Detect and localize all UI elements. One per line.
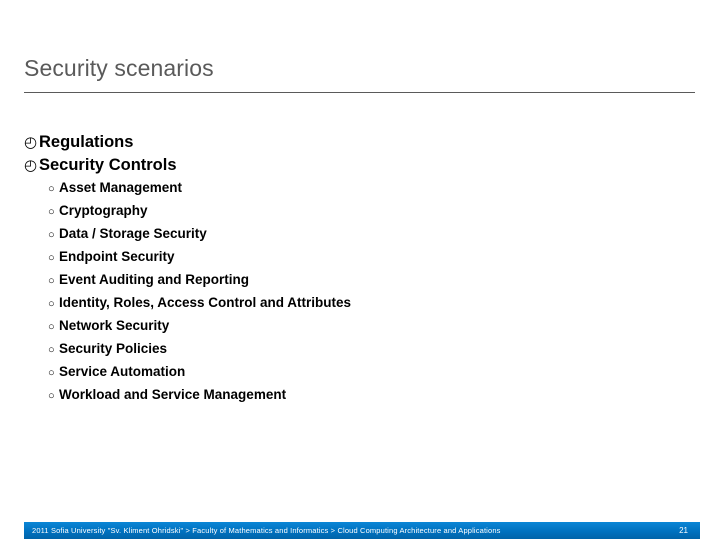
outline-subitem-data-storage-security[interactable]: ○ Data / Storage Security: [24, 223, 684, 246]
content-outline: ◴ Regulations ◴ Security Controls ○ Asset M…: [24, 131, 684, 407]
slide-footer: 2011 Sofia University "Sv. Kliment Ohrid…: [24, 522, 700, 539]
outline-subitem-service-automation[interactable]: ○ Service Automation: [24, 361, 684, 384]
hollow-circle-bullet-icon: ○: [48, 390, 55, 402]
outline-subitem-event-auditing-and-reporting[interactable]: ○ Event Auditing and Reporting: [24, 269, 684, 292]
hollow-circle-bullet-icon: ○: [48, 183, 55, 195]
outline-subitem-label: Data / Storage Security: [59, 226, 207, 241]
outline-subitem-label: Network Security: [59, 318, 170, 333]
outline-level2-list: ○ Asset Management ○ Cryptography ○ Data / …: [24, 177, 684, 407]
slide-canvas: Security scenarios ◴ Regulations ◴ Securit…: [0, 0, 720, 540]
hollow-circle-bullet-icon: ○: [48, 275, 55, 287]
outline-level1-list: ◴ Regulations ◴ Security Controls ○ Asset M…: [24, 131, 684, 407]
footer-breadcrumb: 2011 Sofia University "Sv. Kliment Ohrid…: [32, 526, 501, 535]
hollow-circle-bullet-icon: ○: [48, 344, 55, 356]
outline-subitem-asset-management[interactable]: ○ Asset Management: [24, 177, 684, 200]
slide-page-number: 21: [679, 526, 688, 535]
outline-subitem-label: Asset Management: [59, 180, 183, 195]
hollow-circle-bullet-icon: ○: [48, 367, 55, 379]
outline-subitem-identity-roles-access-control[interactable]: ○ Identity, Roles, Access Control and Att…: [24, 292, 684, 315]
outline-subitem-cryptography[interactable]: ○ Cryptography: [24, 200, 684, 223]
outline-item-regulations[interactable]: ◴ Regulations: [24, 131, 684, 154]
hollow-circle-bullet-icon: ○: [48, 206, 55, 218]
hollow-circle-bullet-icon: ○: [48, 321, 55, 333]
outline-subitem-network-security[interactable]: ○ Network Security: [24, 315, 684, 338]
outline-subitem-label: Security Policies: [59, 341, 168, 356]
hollow-circle-bullet-icon: ○: [48, 252, 55, 264]
title-divider: [24, 92, 695, 93]
outline-subitem-label: Identity, Roles, Access Control and Attr…: [59, 295, 352, 310]
hollow-circle-bullet-icon: ○: [48, 298, 55, 310]
clock-bullet-icon: ◴: [24, 134, 38, 151]
clock-bullet-icon: ◴: [24, 157, 38, 174]
outline-item-security-controls[interactable]: ◴ Security Controls ○ Asset Management ○ Cr…: [24, 154, 684, 407]
page-title: Security scenarios: [24, 55, 214, 82]
outline-subitem-label: Service Automation: [59, 364, 186, 379]
outline-subitem-label: Workload and Service Management: [59, 387, 287, 402]
outline-subitem-label: Endpoint Security: [59, 249, 175, 264]
outline-subitem-label: Cryptography: [59, 203, 148, 218]
outline-item-label: Security Controls: [39, 156, 177, 174]
outline-item-label: Regulations: [39, 133, 134, 151]
hollow-circle-bullet-icon: ○: [48, 229, 55, 241]
outline-subitem-endpoint-security[interactable]: ○ Endpoint Security: [24, 246, 684, 269]
outline-subitem-label: Event Auditing and Reporting: [59, 272, 249, 287]
outline-subitem-workload-and-service-management[interactable]: ○ Workload and Service Management: [24, 384, 684, 407]
outline-subitem-security-policies[interactable]: ○ Security Policies: [24, 338, 684, 361]
